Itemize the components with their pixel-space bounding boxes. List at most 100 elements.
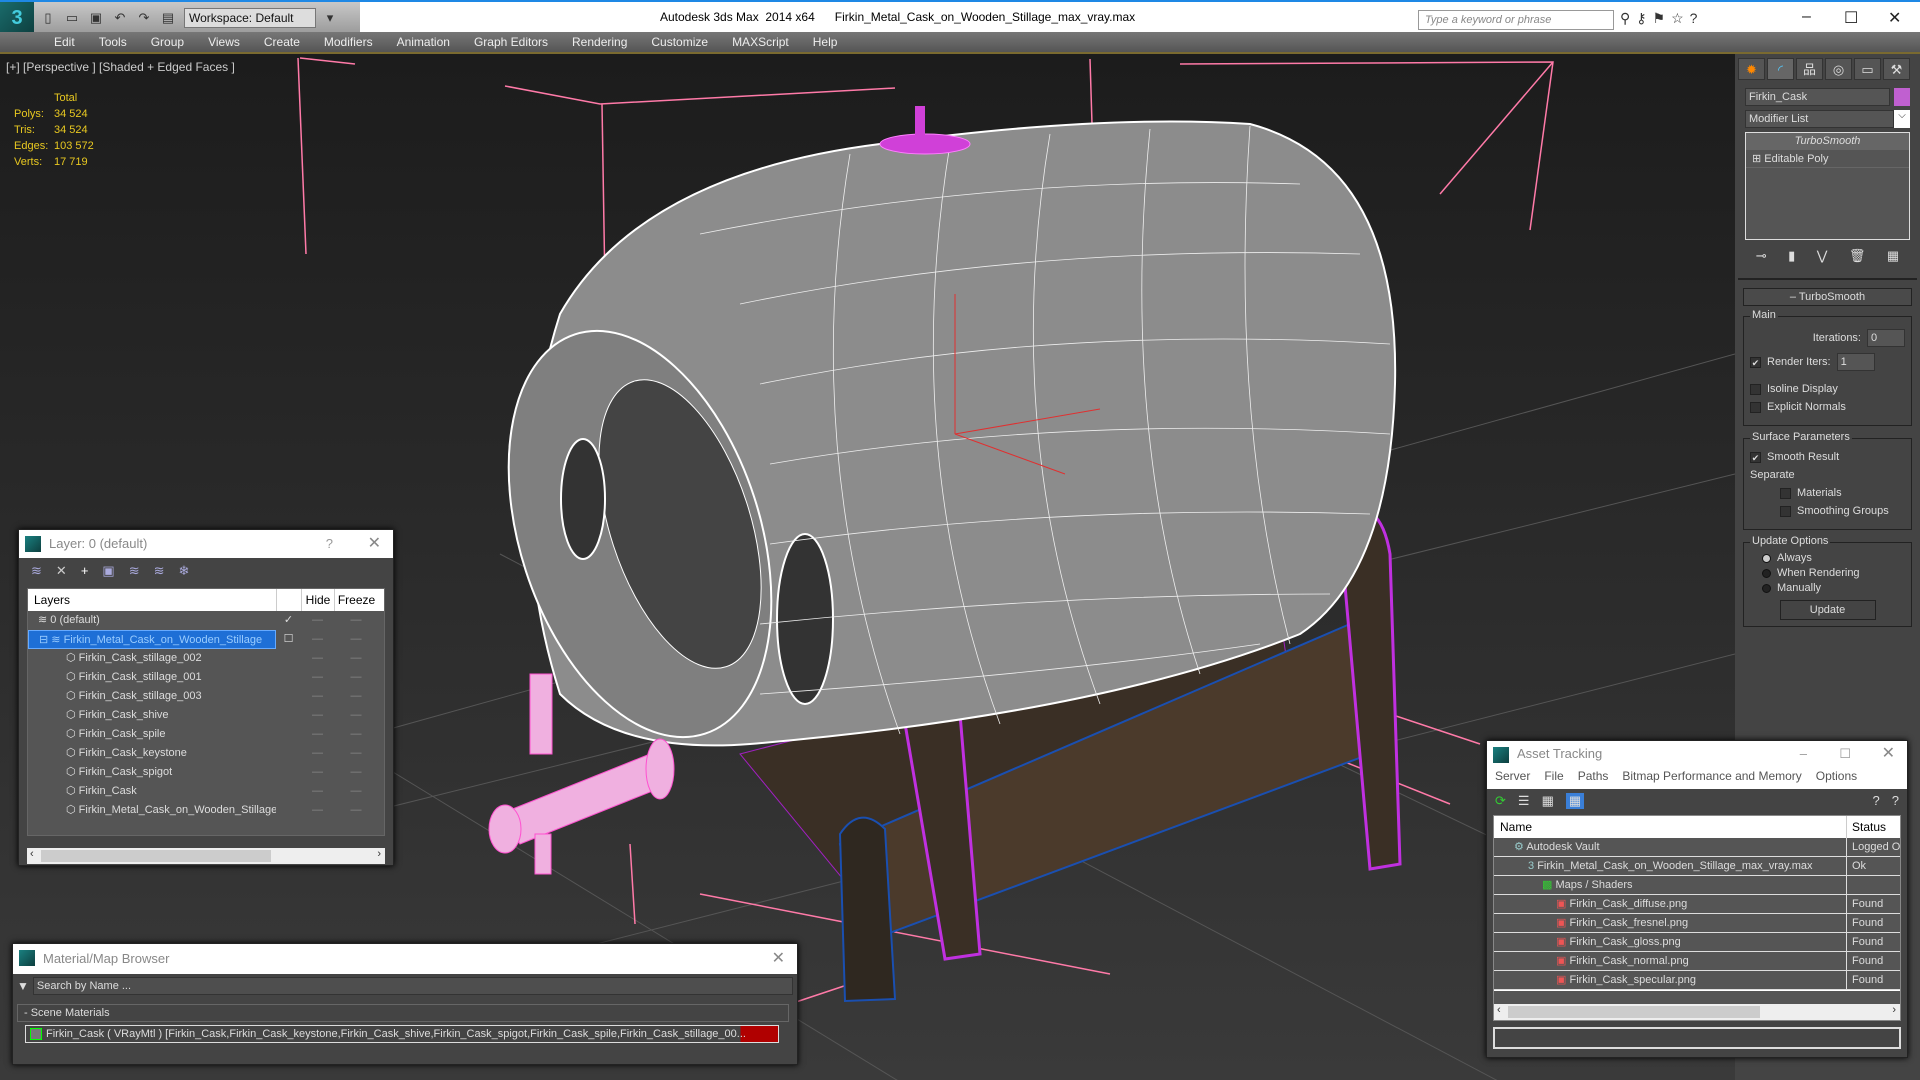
always-radio[interactable] xyxy=(1762,553,1771,563)
help-icon[interactable]: ? xyxy=(1892,793,1899,809)
menu-options[interactable]: Options xyxy=(1816,769,1857,783)
maximize-button[interactable]: ☐ xyxy=(1844,8,1858,28)
select-objects-icon[interactable]: ▣ xyxy=(102,563,114,579)
menu-views[interactable]: Views xyxy=(208,32,240,52)
material-browser-titlebar[interactable]: Material/Map Browser ✕ xyxy=(13,944,797,974)
app-logo-button[interactable]: 3 xyxy=(0,2,34,34)
col-status[interactable]: Status xyxy=(1846,816,1900,838)
hide-toggle[interactable]: — xyxy=(301,782,334,801)
key-icon[interactable]: ⚷ xyxy=(1636,10,1646,27)
set-current-checkbox[interactable] xyxy=(276,744,301,763)
col-freeze[interactable]: Freeze xyxy=(334,589,378,611)
layer-row[interactable]: ⬡ Firkin_Cask_stillage_003 — — xyxy=(28,687,384,706)
freeze-toggle[interactable]: — xyxy=(334,706,378,725)
current-layer-checkmark[interactable]: ✓ xyxy=(276,611,301,630)
undo-icon[interactable]: ↶ xyxy=(110,8,130,28)
thumbnail-view-icon[interactable]: ▦ xyxy=(1542,793,1554,809)
freeze-toggle[interactable]: — xyxy=(334,744,378,763)
isoline-display-checkbox[interactable] xyxy=(1750,383,1761,395)
layer-row[interactable]: ⬡ Firkin_Cask_shive — — xyxy=(28,706,384,725)
pin-stack-icon[interactable]: ⊸ xyxy=(1756,248,1767,264)
menu-rendering[interactable]: Rendering xyxy=(572,32,627,52)
menu-help[interactable]: Help xyxy=(813,32,838,52)
communication-icon[interactable]: ⚑ xyxy=(1653,10,1666,27)
viewport-label[interactable]: [+] [Perspective ] [Shaded + Edged Faces… xyxy=(6,60,235,74)
project-folder-icon[interactable]: ▤ xyxy=(158,8,178,28)
make-unique-icon[interactable]: ⋁ xyxy=(1817,248,1828,264)
freeze-toggle[interactable]: — xyxy=(334,668,378,687)
set-current-checkbox[interactable] xyxy=(276,706,301,725)
hide-toggle[interactable]: — xyxy=(301,630,334,649)
layer-row[interactable]: ≋ 0 (default) ✓ — — xyxy=(28,611,384,630)
help-icon[interactable]: ? xyxy=(1690,10,1698,27)
new-file-icon[interactable]: ▯ xyxy=(38,8,58,28)
object-name-field[interactable]: Firkin_Cask xyxy=(1745,88,1890,106)
table-view-icon[interactable]: ▦ xyxy=(1565,793,1585,809)
hide-toggle[interactable]: — xyxy=(301,649,334,668)
materials-checkbox[interactable] xyxy=(1780,487,1791,499)
freeze-toggle[interactable]: — xyxy=(334,725,378,744)
update-button[interactable]: Update xyxy=(1779,600,1876,620)
menu-tools[interactable]: Tools xyxy=(99,32,127,52)
layer-row[interactable]: ⬡ Firkin_Cask_spigot — — xyxy=(28,763,384,782)
maximize-button[interactable]: ☐ xyxy=(1839,741,1851,767)
smoothing-groups-checkbox[interactable] xyxy=(1780,505,1791,517)
freeze-all-icon[interactable]: ❄ xyxy=(179,563,190,579)
menu-paths[interactable]: Paths xyxy=(1578,769,1609,783)
object-color-swatch[interactable] xyxy=(1894,88,1910,106)
horizontal-scrollbar[interactable]: ‹ › xyxy=(1494,1004,1900,1020)
set-current-checkbox[interactable] xyxy=(276,782,301,801)
asset-row[interactable]: ▣ Firkin_Cask_normal.png Found xyxy=(1494,952,1900,971)
set-current-checkbox[interactable] xyxy=(276,649,301,668)
open-file-icon[interactable]: ▭ xyxy=(62,8,82,28)
modify-tab-icon[interactable]: ◜ xyxy=(1767,58,1794,80)
layer-row[interactable]: ⬡ Firkin_Cask — — xyxy=(28,782,384,801)
configure-modifier-sets-icon[interactable]: ▦ xyxy=(1887,248,1899,264)
freeze-toggle[interactable]: — xyxy=(334,649,378,668)
delete-layer-icon[interactable]: ✕ xyxy=(56,563,67,579)
search-by-name-input[interactable]: Search by Name ... xyxy=(32,977,793,995)
stack-item-turbosmooth[interactable]: TurboSmooth xyxy=(1746,133,1909,150)
freeze-toggle[interactable]: — xyxy=(334,782,378,801)
menu-bitmap-performance[interactable]: Bitmap Performance and Memory xyxy=(1622,769,1801,783)
render-iters-checkbox[interactable]: ✔ xyxy=(1750,356,1761,368)
star-icon[interactable]: ☆ xyxy=(1671,10,1684,27)
set-current-checkbox[interactable]: ☐ xyxy=(276,630,301,649)
highlight-layer-icon[interactable]: ≋ xyxy=(154,563,165,579)
hierarchy-tab-icon[interactable]: 品 xyxy=(1796,58,1823,80)
menu-server[interactable]: Server xyxy=(1495,769,1530,783)
layer-row[interactable]: ⊟ ≋ Firkin_Metal_Cask_on_Wooden_Stillage… xyxy=(28,630,384,649)
menu-modifiers[interactable]: Modifiers xyxy=(324,32,373,52)
freeze-toggle[interactable]: — xyxy=(334,687,378,706)
hide-toggle[interactable]: — xyxy=(301,744,334,763)
save-icon[interactable]: ▣ xyxy=(86,8,106,28)
select-layer-icon[interactable]: ≋ xyxy=(129,563,140,579)
set-current-checkbox[interactable] xyxy=(276,668,301,687)
create-tab-icon[interactable]: ✹ xyxy=(1738,58,1765,80)
menu-graph-editors[interactable]: Graph Editors xyxy=(474,32,548,52)
freeze-toggle[interactable]: — xyxy=(334,801,378,820)
vault-help-icon[interactable]: ? xyxy=(1873,793,1880,809)
menu-file[interactable]: File xyxy=(1544,769,1563,783)
set-current-checkbox[interactable] xyxy=(276,801,301,820)
set-current-checkbox[interactable] xyxy=(276,725,301,744)
freeze-toggle[interactable]: — xyxy=(334,763,378,782)
create-layer-icon[interactable]: ≋ xyxy=(31,563,42,579)
add-to-layer-icon[interactable]: + xyxy=(81,563,89,579)
redo-icon[interactable]: ↷ xyxy=(134,8,154,28)
col-name[interactable]: Name xyxy=(1494,816,1846,838)
menu-animation[interactable]: Animation xyxy=(397,32,450,52)
menu-maxscript[interactable]: MAXScript xyxy=(732,32,789,52)
hide-toggle[interactable]: — xyxy=(301,801,334,820)
refresh-icon[interactable]: ⟳ xyxy=(1495,793,1506,809)
layer-row[interactable]: ⬡ Firkin_Cask_keystone — — xyxy=(28,744,384,763)
chevron-down-icon[interactable]: ▾ xyxy=(320,8,340,28)
search-input[interactable]: Type a keyword or phrase xyxy=(1418,10,1614,30)
explicit-normals-checkbox[interactable] xyxy=(1750,401,1761,413)
when-rendering-radio[interactable] xyxy=(1762,568,1771,578)
hide-toggle[interactable]: — xyxy=(301,687,334,706)
layer-row[interactable]: ⬡ Firkin_Cask_spile — — xyxy=(28,725,384,744)
workspace-dropdown[interactable]: Workspace: Default xyxy=(184,8,316,28)
menu-create[interactable]: Create xyxy=(264,32,300,52)
menu-edit[interactable]: Edit xyxy=(54,32,75,52)
